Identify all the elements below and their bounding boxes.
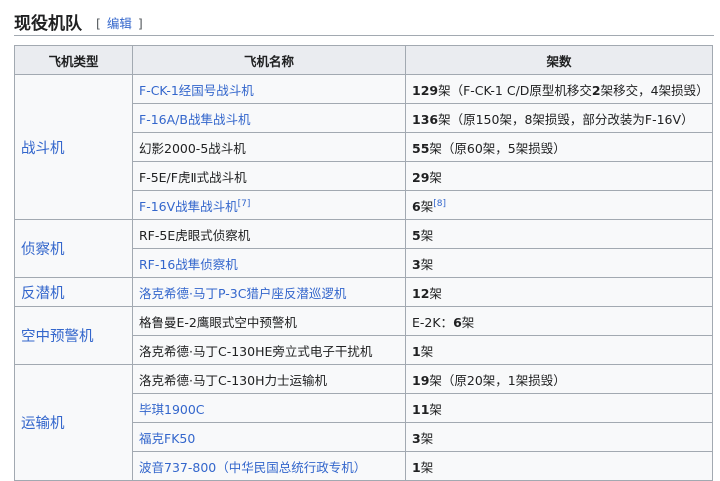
edit-bracket-open: [ — [96, 16, 101, 31]
aircraft-name-link[interactable]: 洛克希德·马丁P-3C猎户座反潜巡逻机 — [139, 286, 346, 301]
count-number: 129 — [412, 82, 439, 98]
count-number: 1 — [412, 459, 421, 475]
aircraft-name-cell: F-16V战隼战斗机[7] — [132, 190, 406, 220]
count-detail: 架 — [429, 169, 442, 185]
aircraft-name-link[interactable]: 波音737-800（中华民国总统行政专机） — [139, 460, 366, 475]
table-header-row: 飞机类型 飞机名称 架数 — [14, 45, 713, 75]
aircraft-name-cell: 洛克希德·马丁P-3C猎户座反潜巡逻机 — [132, 277, 406, 307]
count-number: 3 — [412, 256, 421, 272]
count-detail: 架（原60架，5架损毁） — [429, 140, 566, 156]
aircraft-name-link: RF-5E虎眼式侦察机 — [139, 227, 251, 243]
count-cell: 29架 — [405, 161, 713, 191]
aircraft-name-link[interactable]: F-16A/B战隼战斗机 — [139, 112, 250, 127]
count-number: 1 — [412, 343, 421, 359]
count-cell: 3架 — [405, 248, 713, 278]
aircraft-name-cell: RF-16战隼侦察机 — [132, 248, 406, 278]
fleet-table: 飞机类型 飞机名称 架数 战斗机 F-CK-1经国号战斗机 129架（F-CK-1 … — [14, 45, 713, 481]
count-cell: 1架 — [405, 451, 713, 481]
table-row: 反潜机 洛克希德·马丁P-3C猎户座反潜巡逻机 12架 — [14, 277, 713, 307]
count-cell: 129架（F-CK-1 C/D原型机移交2架移交，4架损毁） — [405, 74, 713, 104]
aircraft-name-cell: 洛克希德·马丁C-130H力士运输机 — [132, 364, 406, 394]
count-number-2: 2 — [591, 82, 601, 98]
edit-link[interactable]: 编辑 — [107, 16, 132, 31]
count-detail: 架 — [420, 343, 434, 359]
aircraft-name-cell: F-5E/F虎Ⅱ式战斗机 — [132, 161, 406, 191]
aircraft-name-link: F-5E/F虎Ⅱ式战斗机 — [139, 169, 247, 185]
header-count: 架数 — [405, 45, 713, 75]
header-aircraft-name: 飞机名称 — [132, 45, 406, 75]
count-detail: 架 — [461, 314, 475, 330]
aircraft-name-cell: 格鲁曼E-2鹰眼式空中预警机 — [132, 306, 406, 336]
aircraft-type-cell[interactable]: 反潜机 — [14, 277, 133, 307]
citation-link[interactable]: [8] — [433, 198, 446, 208]
edit-bracket-close: ] — [137, 16, 143, 31]
count-cell: 1架 — [405, 335, 713, 365]
count-number: 12 — [412, 285, 430, 301]
count-number: 55 — [412, 140, 430, 156]
count-number: 6 — [453, 314, 462, 330]
count-cell: 55架（原60架，5架损毁） — [405, 132, 713, 162]
aircraft-name-link: 格鲁曼E-2鹰眼式空中预警机 — [139, 314, 297, 330]
header-aircraft-type: 飞机类型 — [14, 45, 133, 75]
table-row: 战斗机 F-CK-1经国号战斗机 129架（F-CK-1 C/D原型机移交2架移交，… — [14, 74, 713, 220]
count-cell: E-2K：6架 — [405, 306, 713, 336]
aircraft-type-cell[interactable]: 运输机 — [14, 364, 133, 481]
aircraft-name-cell: RF-5E虎眼式侦察机 — [132, 219, 406, 249]
aircraft-type-cell[interactable]: 侦察机 — [14, 219, 133, 278]
table-body: 战斗机 F-CK-1经国号战斗机 129架（F-CK-1 C/D原型机移交2架移交，… — [14, 74, 713, 481]
count-detail: 架（原20架，1架损毁） — [429, 372, 566, 388]
count-detail: 架 — [420, 459, 434, 475]
aircraft-name-link: 幻影2000-5战斗机 — [139, 140, 246, 156]
aircraft-name-link[interactable]: RF-16战隼侦察机 — [139, 257, 238, 272]
aircraft-name-cell: 幻影2000-5战斗机 — [132, 132, 406, 162]
aircraft-name-link[interactable]: 福克FK50 — [139, 431, 195, 446]
aircraft-name-link: 洛克希德·马丁C-130HE旁立式电子干扰机 — [139, 343, 373, 359]
aircraft-name-cell: 波音737-800（中华民国总统行政专机） — [132, 451, 406, 481]
aircraft-name-cell: 毕琪1900C — [132, 393, 406, 423]
count-detail: 架（原150架，8架损毁，部分改装为F-16V） — [438, 111, 694, 127]
aircraft-name-cell: 洛克希德·马丁C-130HE旁立式电子干扰机 — [132, 335, 406, 365]
count-cell: 136架（原150架，8架损毁，部分改装为F-16V） — [405, 103, 713, 133]
count-detail: 架 — [429, 401, 442, 417]
count-number: 6 — [412, 198, 421, 214]
count-detail: 架 — [420, 227, 434, 243]
count-number: 136 — [412, 111, 439, 127]
aircraft-name-cell: F-16A/B战隼战斗机 — [132, 103, 406, 133]
aircraft-name-link: 洛克希德·马丁C-130H力士运输机 — [139, 372, 327, 388]
count-detail: 架 — [420, 198, 434, 214]
aircraft-name-cell: 福克FK50 — [132, 422, 406, 452]
section-title: 现役机队 — [14, 14, 82, 34]
citation-link[interactable]: [7] — [238, 198, 251, 208]
count-number: 5 — [412, 227, 421, 243]
aircraft-name-cell: F-CK-1经国号战斗机 — [132, 74, 406, 104]
table-row: 运输机 洛克希德·马丁C-130H力士运输机 19架（原20架，1架损毁） — [14, 364, 713, 481]
count-prefix: E-2K： — [412, 314, 454, 330]
count-cell: 5架 — [405, 219, 713, 249]
aircraft-type-cell[interactable]: 空中预警机 — [14, 306, 133, 365]
count-cell: 19架（原20架，1架损毁） — [405, 364, 713, 394]
count-detail: 架（F-CK-1 C/D原型机移交 — [438, 82, 592, 98]
count-cell: 12架 — [405, 277, 713, 307]
count-detail: 架 — [420, 256, 434, 272]
aircraft-name-link[interactable]: 毕琪1900C — [139, 402, 205, 417]
count-detail-2: 架移交，4架损毁） — [600, 82, 709, 98]
count-number: 3 — [412, 430, 421, 446]
aircraft-name-link[interactable]: F-16V战隼战斗机 — [139, 199, 238, 214]
table-row: 侦察机 RF-5E虎眼式侦察机 5架 — [14, 219, 713, 278]
count-detail: 架 — [420, 430, 434, 446]
count-cell: 6架[8] — [405, 190, 713, 220]
count-number: 29 — [412, 169, 430, 185]
aircraft-type-cell[interactable]: 战斗机 — [14, 74, 133, 220]
count-cell: 11架 — [405, 393, 713, 423]
section-heading: 现役机队 [ 编辑 ] — [14, 6, 714, 36]
count-cell: 3架 — [405, 422, 713, 452]
edit-section: [ 编辑 ] — [96, 13, 143, 32]
count-detail: 架 — [429, 285, 442, 301]
table-row: 空中预警机 格鲁曼E-2鹰眼式空中预警机 E-2K：6架 — [14, 306, 713, 365]
aircraft-name-link[interactable]: F-CK-1经国号战斗机 — [139, 83, 254, 98]
count-number: 19 — [412, 372, 430, 388]
count-number: 11 — [412, 401, 430, 417]
